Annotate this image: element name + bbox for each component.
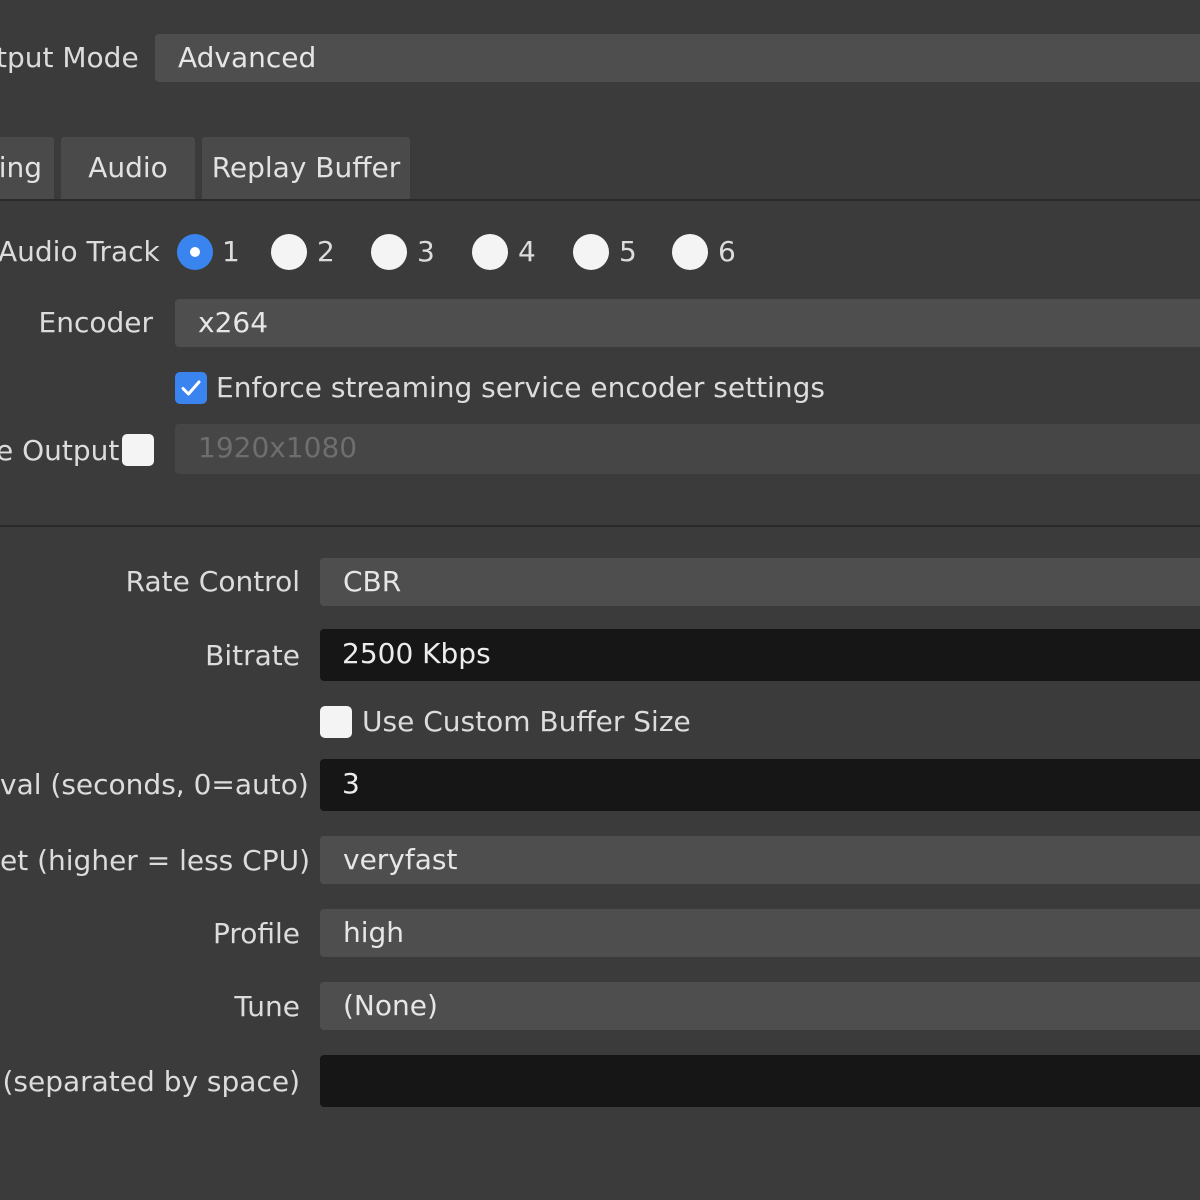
tune-label: Tune — [234, 990, 300, 1023]
keyframe-interval-label: val (seconds, 0=auto) — [0, 768, 309, 801]
custom-buffer-size-label: Use Custom Buffer Size — [362, 705, 691, 738]
x264-options-label: (separated by space) — [2, 1065, 300, 1098]
cpu-preset-select[interactable]: veryfast — [320, 836, 1200, 884]
audio-track-radio-label-5: 5 — [619, 235, 637, 268]
audio-track-radio-label-2: 2 — [317, 235, 335, 268]
encoder-select[interactable]: x264 — [175, 299, 1200, 347]
output-mode-select[interactable]: Advanced — [155, 34, 1200, 82]
x264-options-input[interactable] — [320, 1055, 1200, 1107]
audio-track-radio-5[interactable] — [573, 234, 609, 270]
audio-track-radio-label-1: 1 — [222, 235, 240, 268]
audio-track-radio-label-4: 4 — [518, 235, 536, 268]
audio-track-radio-1[interactable] — [177, 234, 213, 270]
audio-track-radio-2[interactable] — [271, 234, 307, 270]
enforce-encoder-settings-label: Enforce streaming service encoder settin… — [216, 371, 825, 404]
rescale-output-checkbox[interactable] — [122, 434, 154, 466]
rate-control-select[interactable]: CBR — [320, 558, 1200, 606]
rescale-output-label: e Output — [0, 434, 120, 467]
tab-audio[interactable]: Audio — [61, 137, 195, 199]
audio-track-radio-label-3: 3 — [417, 235, 435, 268]
profile-label: Profile — [212, 917, 300, 950]
custom-buffer-size-checkbox[interactable] — [320, 706, 352, 738]
rate-control-label: Rate Control — [125, 565, 300, 598]
keyframe-interval-input[interactable]: 3 — [320, 759, 1200, 811]
rescale-resolution-select: 1920x1080 — [175, 424, 1200, 474]
enforce-encoder-settings-checkbox[interactable] — [175, 372, 207, 404]
audio-track-radio-4[interactable] — [472, 234, 508, 270]
output-settings-panel: tput Mode Advanced ing Audio Replay Buff… — [0, 0, 1200, 1200]
tab-replay-buffer[interactable]: Replay Buffer — [202, 137, 410, 199]
section-divider — [0, 525, 1200, 527]
tab-streaming[interactable]: ing — [0, 137, 54, 199]
audio-track-label: Audio Track — [0, 235, 160, 268]
checkmark-icon — [181, 380, 201, 396]
bitrate-input[interactable]: 2500 Kbps — [320, 629, 1200, 681]
profile-select[interactable]: high — [320, 909, 1200, 957]
encoder-label: Encoder — [38, 306, 153, 339]
tune-select[interactable]: (None) — [320, 982, 1200, 1030]
cpu-preset-label: et (higher = less CPU) — [0, 844, 311, 877]
tab-divider — [0, 199, 1200, 201]
audio-track-radio-3[interactable] — [371, 234, 407, 270]
audio-track-radio-label-6: 6 — [718, 235, 736, 268]
output-mode-label: tput Mode — [0, 41, 139, 74]
bitrate-label: Bitrate — [205, 639, 300, 672]
audio-track-radio-6[interactable] — [672, 234, 708, 270]
